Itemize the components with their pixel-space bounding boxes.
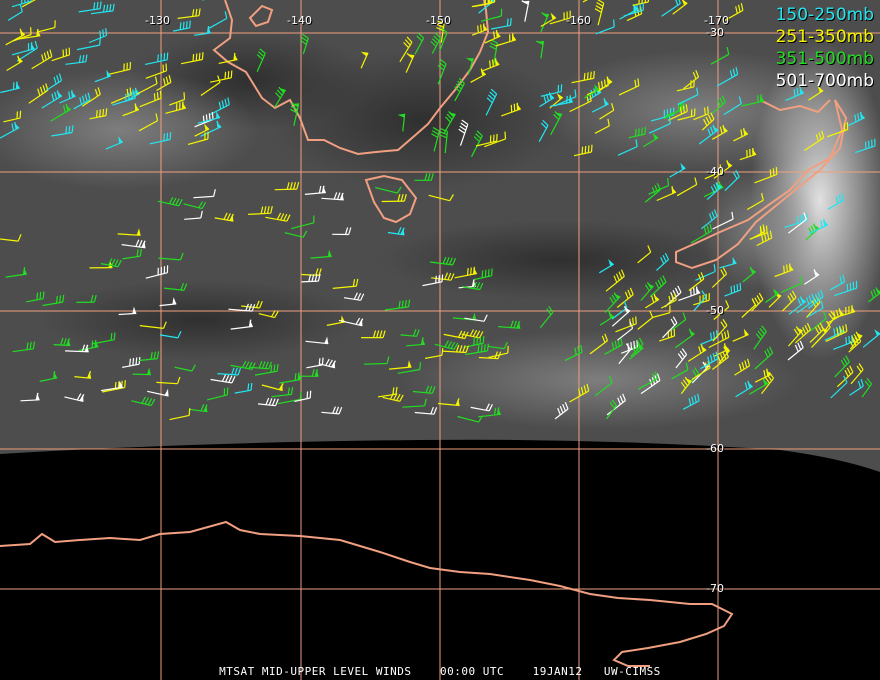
product-footer: MTSAT MID-UPPER LEVEL WINDS 00:00 UTC 19… — [0, 665, 880, 678]
longitude-label-140: -140 — [287, 14, 312, 27]
legend-150-250: 150-250mb — [775, 5, 874, 25]
longitude-label-130: -130 — [145, 14, 170, 27]
product-date: 19JAN12 — [532, 665, 583, 678]
satellite-wind-map: -130 -140 -150 -160 -170 -30 -40 -50 -60… — [0, 0, 880, 680]
product-source: UW-CIMSS — [603, 665, 661, 678]
antarctica-coast — [0, 520, 734, 667]
legend-351-500: 351-500mb — [775, 49, 874, 69]
latitude-label-70: -70 — [706, 582, 724, 595]
legend-251-350: 251-350mb — [775, 27, 874, 47]
pressure-legend: 150-250mb 251-350mb 351-500mb 501-700mb — [776, 4, 874, 92]
longitude-label-150: -150 — [426, 14, 451, 27]
legend-501-700: 501-700mb — [775, 71, 874, 91]
latitude-label-60: -60 — [706, 442, 724, 455]
latitude-label-40: -40 — [706, 165, 724, 178]
product-time: 00:00 UTC — [439, 665, 505, 678]
map-canvas — [0, 0, 880, 680]
latitude-label-30: -30 — [706, 26, 724, 39]
longitude-label-160: -160 — [566, 14, 591, 27]
latitude-label-50: -50 — [706, 304, 724, 317]
product-name: MTSAT MID-UPPER LEVEL WINDS — [219, 665, 412, 678]
